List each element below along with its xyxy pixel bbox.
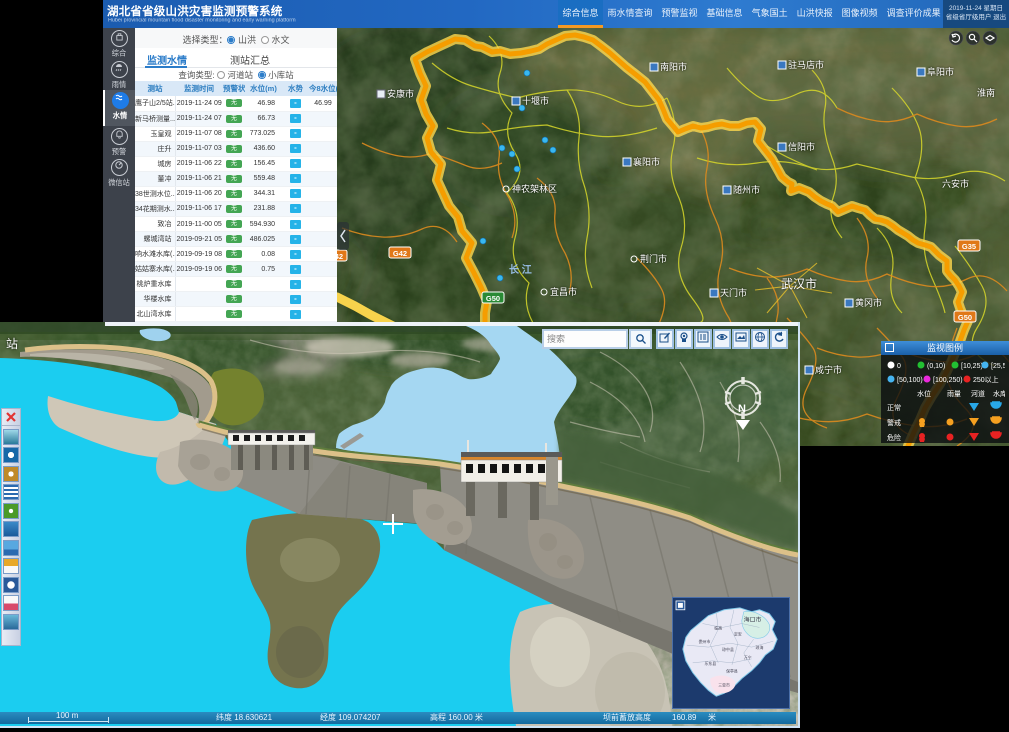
svg-text:天门市: 天门市 [720, 287, 747, 298]
svg-text:G50: G50 [958, 313, 972, 322]
svg-text:琼中县: 琼中县 [722, 647, 734, 652]
svg-text:长 江: 长 江 [509, 263, 532, 276]
svg-text:随州市: 随州市 [733, 184, 760, 195]
svg-text:襄阳市: 襄阳市 [633, 156, 660, 167]
svg-text:水库: 水库 [993, 389, 1005, 398]
svg-text:十堰市: 十堰市 [522, 95, 549, 106]
svg-text:[100,250): [100,250) [933, 377, 963, 384]
svg-text:N: N [738, 403, 746, 415]
svg-text:驻马店市: 驻马店市 [788, 59, 824, 70]
svg-text:神农架林区: 神农架林区 [512, 183, 557, 194]
svg-text:G42: G42 [337, 252, 343, 261]
svg-text:雨量: 雨量 [947, 390, 961, 398]
svg-text:0: 0 [897, 363, 901, 370]
svg-text:[50,100): [50,100) [897, 377, 923, 384]
svg-text:警戒: 警戒 [887, 418, 901, 427]
svg-text:G42: G42 [393, 249, 407, 258]
svg-text:站: 站 [6, 337, 18, 351]
svg-text:危险: 危险 [887, 433, 901, 442]
svg-text:儋州市: 儋州市 [699, 639, 711, 644]
svg-text:250以上: 250以上 [973, 375, 999, 384]
svg-text:[10,25): [10,25) [961, 363, 983, 370]
svg-text:淮南: 淮南 [977, 87, 995, 98]
svg-text:宜昌市: 宜昌市 [550, 286, 577, 297]
svg-text:海口市: 海口市 [744, 616, 762, 624]
svg-text:临高: 临高 [714, 625, 722, 630]
svg-text:信阳市: 信阳市 [788, 141, 815, 152]
svg-text:G50: G50 [486, 294, 500, 303]
svg-text:正常: 正常 [887, 403, 901, 412]
svg-text:保亭县: 保亭县 [726, 669, 738, 674]
svg-text:万宁: 万宁 [744, 655, 752, 660]
svg-text:咸宁市: 咸宁市 [815, 364, 842, 375]
svg-text:六安市: 六安市 [942, 178, 969, 189]
svg-text:三亚市: 三亚市 [718, 682, 730, 687]
svg-text:乐东县: 乐东县 [704, 661, 716, 666]
svg-text:琼海: 琼海 [756, 645, 764, 650]
svg-text:阜阳市: 阜阳市 [927, 66, 954, 77]
svg-text:定安: 定安 [734, 631, 742, 636]
svg-text:(0,10): (0,10) [927, 363, 945, 370]
svg-text:安康市: 安康市 [387, 88, 414, 99]
svg-text:河道: 河道 [971, 389, 985, 398]
svg-text:武汉市: 武汉市 [781, 276, 817, 291]
svg-text:[25,50: [25,50 [991, 363, 1005, 370]
svg-text:黄冈市: 黄冈市 [855, 297, 882, 308]
svg-text:南阳市: 南阳市 [660, 61, 687, 72]
svg-text:水位: 水位 [917, 389, 931, 398]
svg-text:G35: G35 [962, 242, 976, 251]
svg-text:荆门市: 荆门市 [640, 253, 667, 264]
